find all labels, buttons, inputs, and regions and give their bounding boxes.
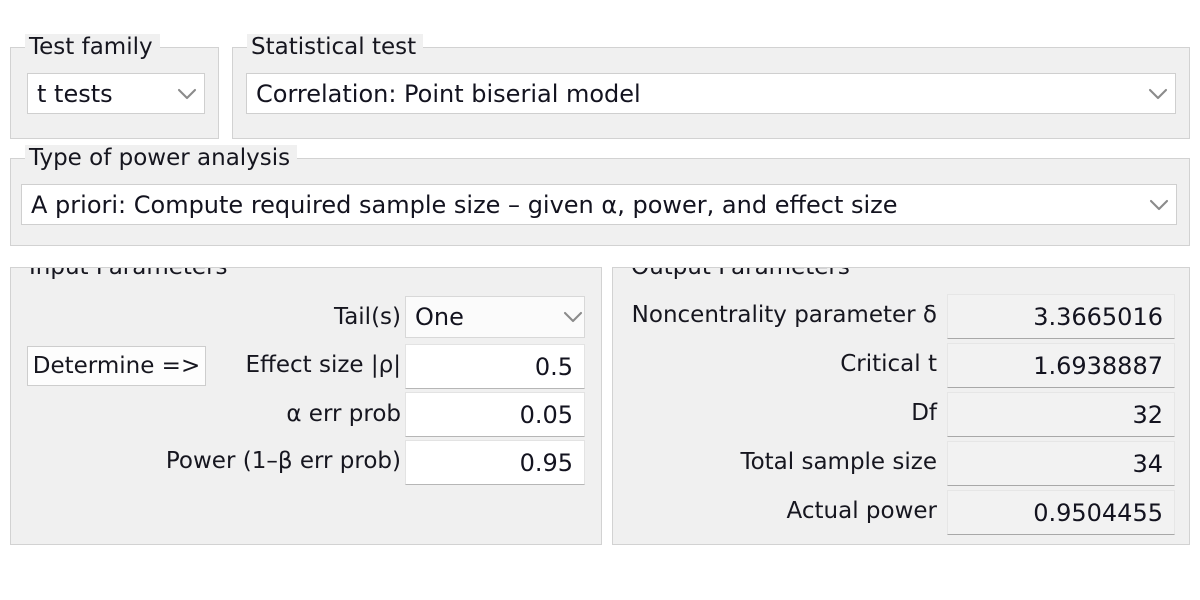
- power-input[interactable]: 0.95: [405, 440, 585, 485]
- power-analysis-legend: Type of power analysis: [25, 145, 298, 171]
- test-family-selected-value: t tests: [37, 79, 113, 108]
- power-value: 0.95: [519, 448, 573, 477]
- noncentrality-parameter-output: 3.3665016: [947, 294, 1175, 339]
- critical-t-output: 1.6938887: [947, 343, 1175, 388]
- noncentrality-parameter-label: Noncentrality parameter δ: [631, 302, 937, 328]
- effect-size-value: 0.5: [534, 352, 573, 381]
- gpower-window: Test family t tests Statistical test Cor…: [0, 0, 1200, 600]
- critical-t-value: 1.6938887: [1033, 351, 1163, 380]
- alpha-err-prob-label: α err prob: [286, 401, 401, 427]
- power-analysis-dropdown[interactable]: A priori: Compute required sample size –…: [21, 184, 1177, 225]
- test-family-dropdown[interactable]: t tests: [27, 73, 205, 114]
- power-label: Power (1–β err prob): [165, 448, 401, 474]
- noncentrality-parameter-value: 3.3665016: [1033, 302, 1163, 331]
- df-label: Df: [911, 400, 937, 426]
- statistical-test-dropdown[interactable]: Correlation: Point biserial model: [246, 73, 1176, 114]
- total-sample-size-output: 34: [947, 441, 1175, 486]
- chevron-down-icon: [562, 310, 584, 324]
- df-output: 32: [947, 392, 1175, 437]
- tails-dropdown[interactable]: One: [405, 296, 585, 338]
- chevron-down-icon: [1141, 87, 1175, 101]
- power-analysis-group: Type of power analysis A priori: Compute…: [10, 145, 1190, 246]
- tails-label: Tail(s): [333, 304, 401, 330]
- input-parameters-group: Input Parameters Determine => Tail(s) On…: [10, 267, 602, 545]
- output-parameters-group: Output Parameters Noncentrality paramete…: [612, 267, 1190, 545]
- effect-size-input[interactable]: 0.5: [405, 344, 585, 389]
- actual-power-label: Actual power: [786, 498, 937, 524]
- alpha-err-prob-value: 0.05: [519, 400, 573, 429]
- alpha-err-prob-input[interactable]: 0.05: [405, 392, 585, 437]
- chevron-down-icon: [170, 87, 204, 101]
- statistical-test-selected-value: Correlation: Point biserial model: [256, 79, 641, 108]
- actual-power-value: 0.9504455: [1033, 498, 1163, 527]
- statistical-test-legend: Statistical test: [247, 34, 424, 60]
- critical-t-label: Critical t: [840, 351, 937, 377]
- tails-value: One: [415, 303, 464, 331]
- power-analysis-selected-value: A priori: Compute required sample size –…: [31, 190, 898, 219]
- statistical-test-group: Statistical test Correlation: Point bise…: [232, 34, 1190, 139]
- test-family-legend: Test family: [25, 34, 160, 60]
- input-parameters-legend: Input Parameters: [25, 268, 235, 280]
- effect-size-label: Effect size |ρ|: [245, 352, 401, 378]
- total-sample-size-value: 34: [1132, 449, 1163, 478]
- output-parameters-legend: Output Parameters: [627, 268, 857, 280]
- actual-power-output: 0.9504455: [947, 490, 1175, 535]
- chevron-down-icon: [1142, 198, 1176, 212]
- total-sample-size-label: Total sample size: [740, 449, 937, 475]
- df-value: 32: [1132, 400, 1163, 429]
- test-family-group: Test family t tests: [10, 34, 219, 139]
